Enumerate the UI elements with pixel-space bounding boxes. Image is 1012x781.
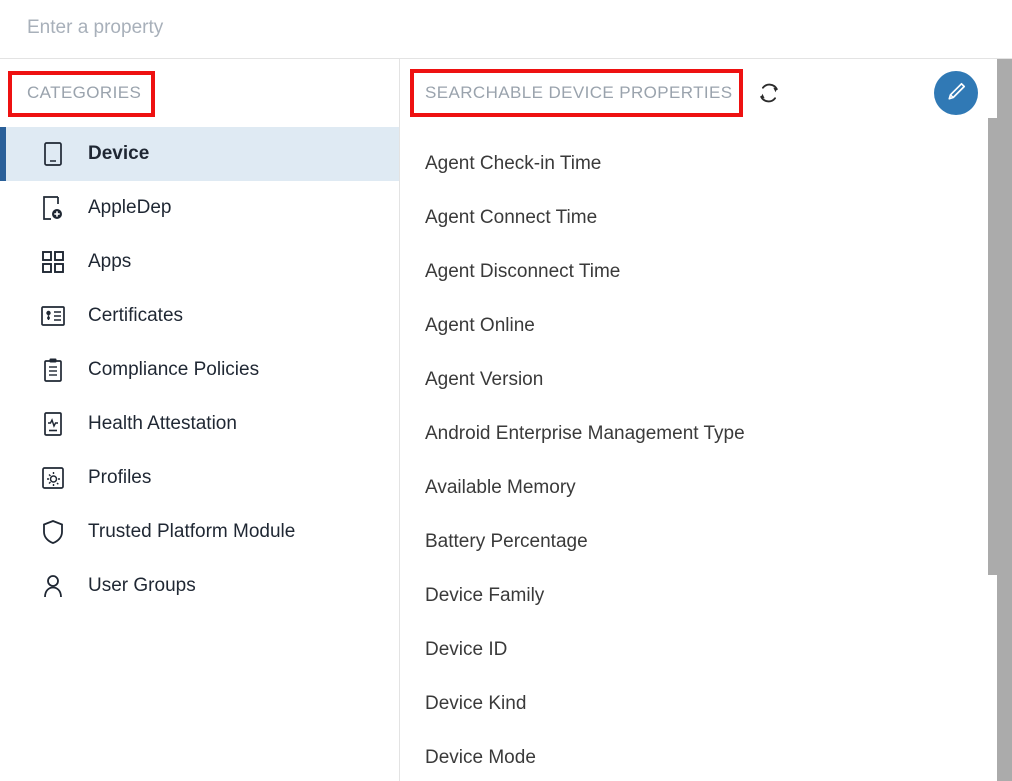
sidebar-item-label: Compliance Policies (88, 359, 260, 380)
sidebar-item-label: AppleDep (88, 197, 172, 218)
properties-scrollbar-thumb[interactable] (988, 118, 1005, 575)
panes-container: CATEGORIES Device AppleDep Apps Certific… (0, 59, 1012, 781)
property-search-input[interactable] (27, 17, 587, 39)
sidebar-item-trusted-platform-module[interactable]: Trusted Platform Module (0, 505, 399, 559)
categories-header: CATEGORIES (0, 59, 399, 127)
list-item[interactable]: Agent Check-in Time (401, 137, 1012, 191)
list-item[interactable]: Available Memory (401, 461, 1012, 515)
pencil-icon (944, 80, 968, 107)
categories-list: Device AppleDep Apps Certificates Compli… (0, 127, 399, 613)
search-properties-dialog: CATEGORIES Device (0, 0, 1012, 781)
phone-icon (40, 141, 66, 167)
properties-header-label: SEARCHABLE DEVICE PROPERTIES (425, 83, 733, 102)
user-icon (40, 573, 66, 599)
list-item[interactable]: Device Kind (401, 677, 1012, 731)
sidebar-item-label: Profiles (88, 467, 152, 488)
sidebar-item-apps[interactable]: Apps (0, 235, 399, 289)
sidebar-item-label: Device (88, 143, 150, 164)
edit-properties-button[interactable] (934, 71, 978, 115)
sidebar-item-appledep[interactable]: AppleDep (0, 181, 399, 235)
list-item[interactable]: Android Enterprise Management Type (401, 407, 1012, 461)
sidebar-item-health-attestation[interactable]: Health Attestation (0, 397, 399, 451)
id-card-icon (40, 303, 66, 329)
list-item[interactable]: Agent Connect Time (401, 191, 1012, 245)
list-item[interactable]: Device ID (401, 623, 1012, 677)
sidebar-item-user-groups[interactable]: User Groups (0, 559, 399, 613)
properties-pane: SEARCHABLE DEVICE PROPERTIES Agent Check… (401, 59, 1012, 781)
refresh-button[interactable] (753, 78, 785, 110)
sidebar-item-device[interactable]: Device (0, 127, 399, 181)
sidebar-item-compliance-policies[interactable]: Compliance Policies (0, 343, 399, 397)
sidebar-item-label: Apps (88, 251, 132, 272)
device-add-icon (40, 195, 66, 221)
heartbeat-icon (40, 411, 66, 437)
list-item[interactable]: Agent Online (401, 299, 1012, 353)
gear-box-icon (40, 465, 66, 491)
sidebar-item-profiles[interactable]: Profiles (0, 451, 399, 505)
sidebar-item-label: Trusted Platform Module (88, 521, 296, 542)
refresh-icon (756, 80, 782, 109)
sidebar-item-certificates[interactable]: Certificates (0, 289, 399, 343)
list-item[interactable]: Device Family (401, 569, 1012, 623)
list-item[interactable]: Agent Disconnect Time (401, 245, 1012, 299)
categories-header-label: CATEGORIES (27, 83, 142, 102)
grid-icon (40, 249, 66, 275)
sidebar-item-label: User Groups (88, 575, 196, 596)
list-item[interactable]: Battery Percentage (401, 515, 1012, 569)
list-item[interactable]: Device Mode (401, 731, 1012, 781)
property-search-bar (0, 0, 1012, 59)
categories-pane: CATEGORIES Device AppleDep Apps Certific… (0, 59, 400, 781)
clipboard-icon (40, 357, 66, 383)
sidebar-item-label: Certificates (88, 305, 184, 326)
list-item[interactable]: Agent Version (401, 353, 1012, 407)
shield-icon (40, 519, 66, 545)
sidebar-item-label: Health Attestation (88, 413, 237, 434)
properties-header: SEARCHABLE DEVICE PROPERTIES (401, 59, 1012, 127)
properties-list: Agent Check-in Time Agent Connect Time A… (401, 127, 1012, 781)
